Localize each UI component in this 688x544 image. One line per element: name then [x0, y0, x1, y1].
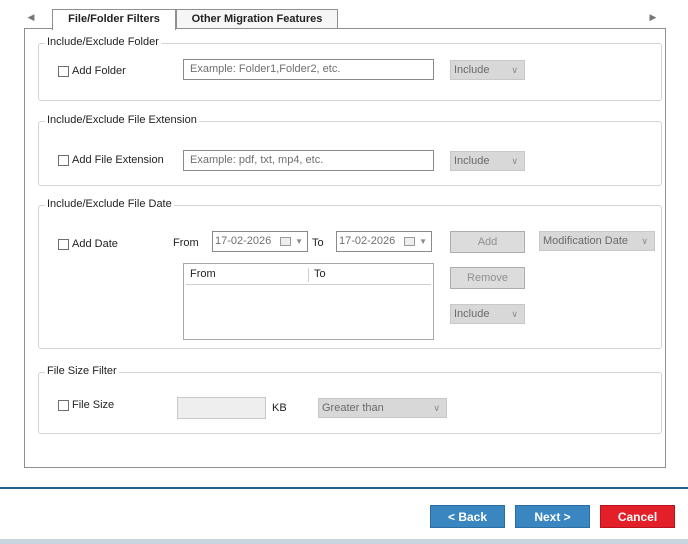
chevron-down-icon: ▼ — [419, 237, 427, 246]
add-file-extension-checkbox[interactable] — [58, 155, 69, 166]
chevron-down-icon: ∨ — [433, 403, 440, 413]
group-title: Include/Exclude File Date — [45, 198, 174, 210]
tab-label: Other Migration Features — [191, 13, 323, 25]
to-date-picker[interactable]: 17-02-2026 ▼ — [336, 231, 432, 252]
add-file-extension-label[interactable]: Add File Extension — [72, 154, 164, 166]
remove-date-button[interactable]: Remove — [450, 267, 525, 289]
date-include-select[interactable]: Include ∨ — [450, 304, 525, 324]
add-date-label[interactable]: Add Date — [72, 238, 118, 250]
to-date-label: To — [312, 237, 324, 249]
tab-label: File/Folder Filters — [68, 13, 160, 25]
chevron-down-icon: ∨ — [511, 156, 518, 166]
group-title: File Size Filter — [45, 365, 119, 377]
select-value: Include — [454, 308, 490, 320]
tab-other-migration-features[interactable]: Other Migration Features — [176, 9, 338, 29]
column-header-to[interactable]: To — [314, 268, 326, 280]
add-date-checkbox[interactable] — [58, 239, 69, 250]
add-folder-checkbox[interactable] — [58, 66, 69, 77]
tab-file-folder-filters[interactable]: File/Folder Filters — [52, 9, 176, 30]
file-extensions-input[interactable]: Example: pdf, txt, mp4, etc. — [183, 150, 434, 171]
select-value: Include — [454, 155, 490, 167]
select-value: Include — [454, 64, 490, 76]
list-header: From To — [186, 266, 431, 285]
folder-names-input[interactable]: Example: Folder1,Folder2, etc. — [183, 59, 434, 80]
chevron-down-icon: ∨ — [641, 236, 648, 246]
add-folder-label[interactable]: Add Folder — [72, 65, 126, 77]
from-date-picker[interactable]: 17-02-2026 ▼ — [212, 231, 308, 252]
chevron-down-icon: ▼ — [295, 237, 303, 246]
size-comparison-select[interactable]: Greater than ∨ — [318, 398, 447, 418]
chevron-down-icon: ∨ — [511, 65, 518, 75]
extension-include-select[interactable]: Include ∨ — [450, 151, 525, 171]
add-date-button[interactable]: Add — [450, 231, 525, 253]
footer-divider — [0, 487, 688, 489]
select-value: Greater than — [322, 402, 384, 414]
tab-scroll-right-icon[interactable]: ▶ — [648, 10, 658, 24]
folder-include-select[interactable]: Include ∨ — [450, 60, 525, 80]
date-type-select[interactable]: Modification Date ∨ — [539, 231, 655, 251]
from-date-label: From — [173, 237, 199, 249]
column-header-from[interactable]: From — [190, 268, 216, 280]
date-range-list[interactable]: From To — [183, 263, 434, 340]
window-bottom-border — [0, 539, 688, 544]
size-unit-label: KB — [272, 402, 287, 414]
from-date-value: 17-02-2026 — [215, 235, 272, 247]
to-date-value: 17-02-2026 — [339, 235, 396, 247]
back-button[interactable]: < Back — [430, 505, 505, 528]
calendar-icon — [280, 237, 291, 246]
group-title: Include/Exclude File Extension — [45, 114, 199, 126]
file-size-label[interactable]: File Size — [72, 399, 114, 411]
file-size-input[interactable] — [177, 397, 266, 419]
tab-scroll-left-icon[interactable]: ◀ — [26, 10, 36, 24]
next-button[interactable]: Next > — [515, 505, 590, 528]
cancel-button[interactable]: Cancel — [600, 505, 675, 528]
calendar-icon — [404, 237, 415, 246]
column-divider — [308, 268, 309, 282]
group-title: Include/Exclude Folder — [45, 36, 161, 48]
file-size-checkbox[interactable] — [58, 400, 69, 411]
select-value: Modification Date — [543, 235, 628, 247]
chevron-down-icon: ∨ — [511, 309, 518, 319]
